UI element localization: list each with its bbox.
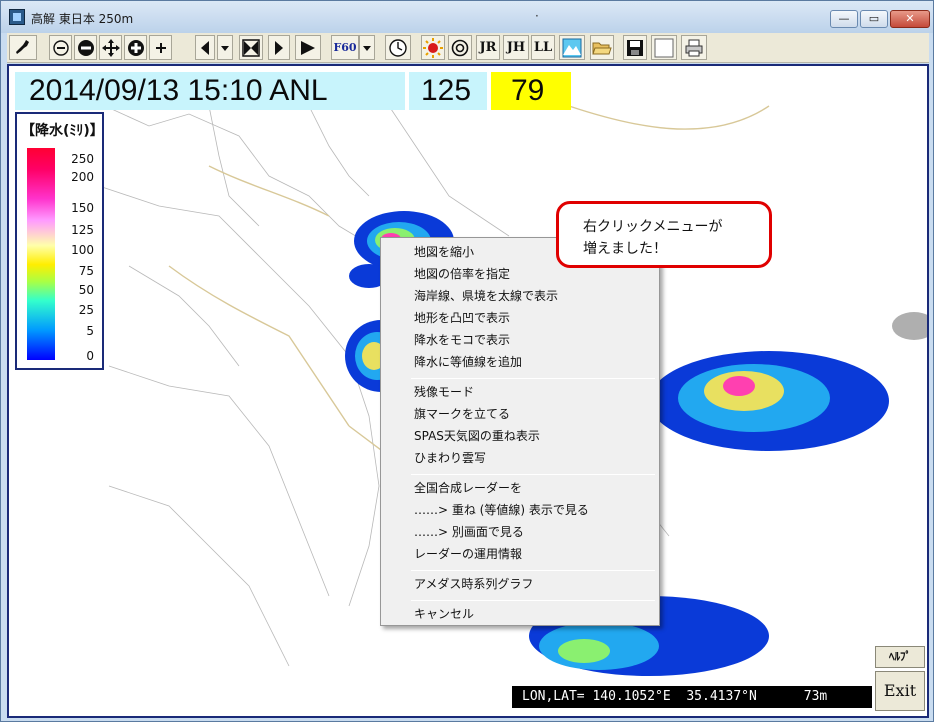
window-title: 高解 東日本 250m [31, 12, 134, 26]
legend-title: 【降水(ﾐﾘ)】 [21, 123, 104, 139]
play-icon [301, 40, 315, 55]
clock-icon [389, 38, 407, 57]
menu-separator [411, 570, 655, 571]
legend-value: 5 [86, 324, 94, 338]
dropdown-icon [363, 45, 371, 51]
menu-separator [411, 378, 655, 379]
dropdown-icon [221, 45, 229, 51]
step-back-button[interactable] [195, 35, 215, 60]
count-badge-b: 79 [491, 72, 571, 110]
legend-value: 50 [78, 283, 94, 297]
menu-item-radar-info[interactable]: レーダーの運用情報 [414, 544, 522, 564]
menu-item-bold-coastline[interactable]: 海岸線、県境を太線で表示 [414, 286, 558, 306]
open-button[interactable] [590, 35, 614, 60]
menu-item-himawari-cloud[interactable]: ひまわり雲写 [414, 448, 486, 468]
menu-item-precip-mosaic[interactable]: 降水をモコで表示 [414, 330, 510, 350]
step-back-icon [201, 40, 209, 55]
print-button[interactable] [681, 35, 707, 60]
target-icon [451, 39, 469, 56]
menu-item-afterimage-mode[interactable]: 残像モード [414, 382, 474, 402]
title-center-mark: · [535, 9, 539, 23]
menu-item-cancel[interactable]: キャンセル [414, 604, 474, 624]
maximize-button[interactable]: ▭ [860, 10, 888, 28]
folder-open-icon [592, 42, 612, 54]
japan-map-icon [16, 39, 29, 54]
map-view[interactable]: 2014/09/13 15:10 ANL 125 79 【降水(ﾐﾘ)】 250… [7, 64, 929, 718]
help-button[interactable]: ﾍﾙﾌﾟ [875, 646, 925, 668]
zoom-in-button[interactable] [124, 35, 147, 60]
menu-item-set-zoom[interactable]: 地図の倍率を指定 [414, 264, 510, 284]
menu-item-national-radar[interactable]: 全国合成レーダーを [414, 478, 522, 498]
close-button[interactable]: ✕ [890, 10, 930, 28]
menu-item-place-flag[interactable]: 旗マークを立てる [414, 404, 510, 424]
menu-item-amedas-graph[interactable]: アメダス時系列グラフ [414, 574, 533, 594]
zoom-in-small-icon [155, 42, 166, 53]
pan-icon [101, 38, 120, 57]
context-menu: 地図を縮小 地図の倍率を指定 海岸線、県境を太線で表示 地形を凸凹で表示 降水を… [380, 237, 660, 626]
title-bar[interactable]: 高解 東日本 250m · — ▭ ✕ [1, 1, 933, 33]
zoom-out-small-button[interactable] [49, 35, 72, 60]
f60-dropdown[interactable] [359, 35, 375, 60]
legend-value: 75 [78, 264, 94, 278]
precip-cell-east [649, 312, 927, 451]
legend-value: 200 [71, 170, 94, 184]
history-dropdown[interactable] [217, 35, 233, 60]
printer-icon [685, 39, 703, 56]
menu-item-precip-contours[interactable]: 降水に等値線を追加 [414, 352, 522, 372]
zoom-in-small-button[interactable] [149, 35, 172, 60]
jh-button[interactable]: JH [503, 35, 529, 60]
coordinate-readout: LON,LAT= 140.1052°E 35.4137°N 73m [512, 686, 872, 708]
zoom-out-button[interactable] [74, 35, 97, 60]
menu-separator [411, 600, 655, 601]
jr-button[interactable]: JR [476, 35, 500, 60]
legend-value: 25 [78, 303, 94, 317]
zoom-out-icon [77, 39, 94, 56]
clock-button[interactable] [385, 35, 411, 60]
pan-button[interactable] [99, 35, 122, 60]
menu-item-zoom-out[interactable]: 地図を縮小 [414, 242, 474, 262]
legend-value: 250 [71, 152, 94, 166]
precipitation-legend: 【降水(ﾐﾘ)】 250 200 150 125 100 75 50 25 5 … [15, 112, 104, 370]
blank-icon [654, 38, 674, 57]
analysis-datetime: 2014/09/13 15:10 ANL [15, 72, 405, 110]
legend-value: 150 [71, 201, 94, 215]
japan-map-button[interactable] [9, 35, 37, 60]
save-icon [627, 39, 643, 56]
play-button[interactable] [295, 35, 321, 60]
target-button[interactable] [448, 35, 472, 60]
stop-icon [242, 38, 260, 57]
sun-icon [423, 37, 443, 58]
legend-value: 125 [71, 223, 94, 237]
legend-value: 100 [71, 243, 94, 257]
step-forward-button[interactable] [268, 35, 290, 60]
terrain-button[interactable] [559, 35, 585, 60]
annotation-callout: 右クリックメニューが 増えました！ [556, 201, 772, 268]
zoom-in-icon [127, 39, 144, 56]
menu-separator [411, 474, 655, 475]
stop-button[interactable] [239, 35, 263, 60]
menu-item-spas-overlay[interactable]: SPAS天気図の重ね表示 [414, 426, 540, 446]
zoom-out-small-icon [52, 39, 69, 56]
count-badge-a: 125 [409, 72, 487, 110]
exit-button[interactable]: Exit [875, 671, 925, 711]
menu-item-terrain-relief[interactable]: 地形を凸凹で表示 [414, 308, 510, 328]
f60-button[interactable]: F60 [331, 35, 359, 60]
terrain-icon [562, 38, 582, 57]
step-forward-icon [275, 40, 283, 55]
save-button[interactable] [623, 35, 647, 60]
legend-color-bar [27, 148, 55, 360]
annotation-line-2: 増えました！ [583, 241, 667, 257]
app-icon [9, 9, 25, 25]
app-window: 高解 東日本 250m · — ▭ ✕ F60 JR JH LL 2014/09… [0, 0, 934, 722]
sun-button[interactable] [421, 35, 445, 60]
toolbar: F60 JR JH LL [7, 33, 929, 63]
menu-item-radar-overlay[interactable]: ……> 重ね (等値線) 表示で見る [414, 500, 589, 520]
ll-button[interactable]: LL [531, 35, 555, 60]
menu-item-radar-separate[interactable]: ……> 別画面で見る [414, 522, 524, 542]
blank-button[interactable] [651, 35, 677, 60]
annotation-line-1: 右クリックメニューが [583, 219, 723, 235]
minimize-button[interactable]: — [830, 10, 858, 28]
legend-value: 0 [86, 349, 94, 363]
